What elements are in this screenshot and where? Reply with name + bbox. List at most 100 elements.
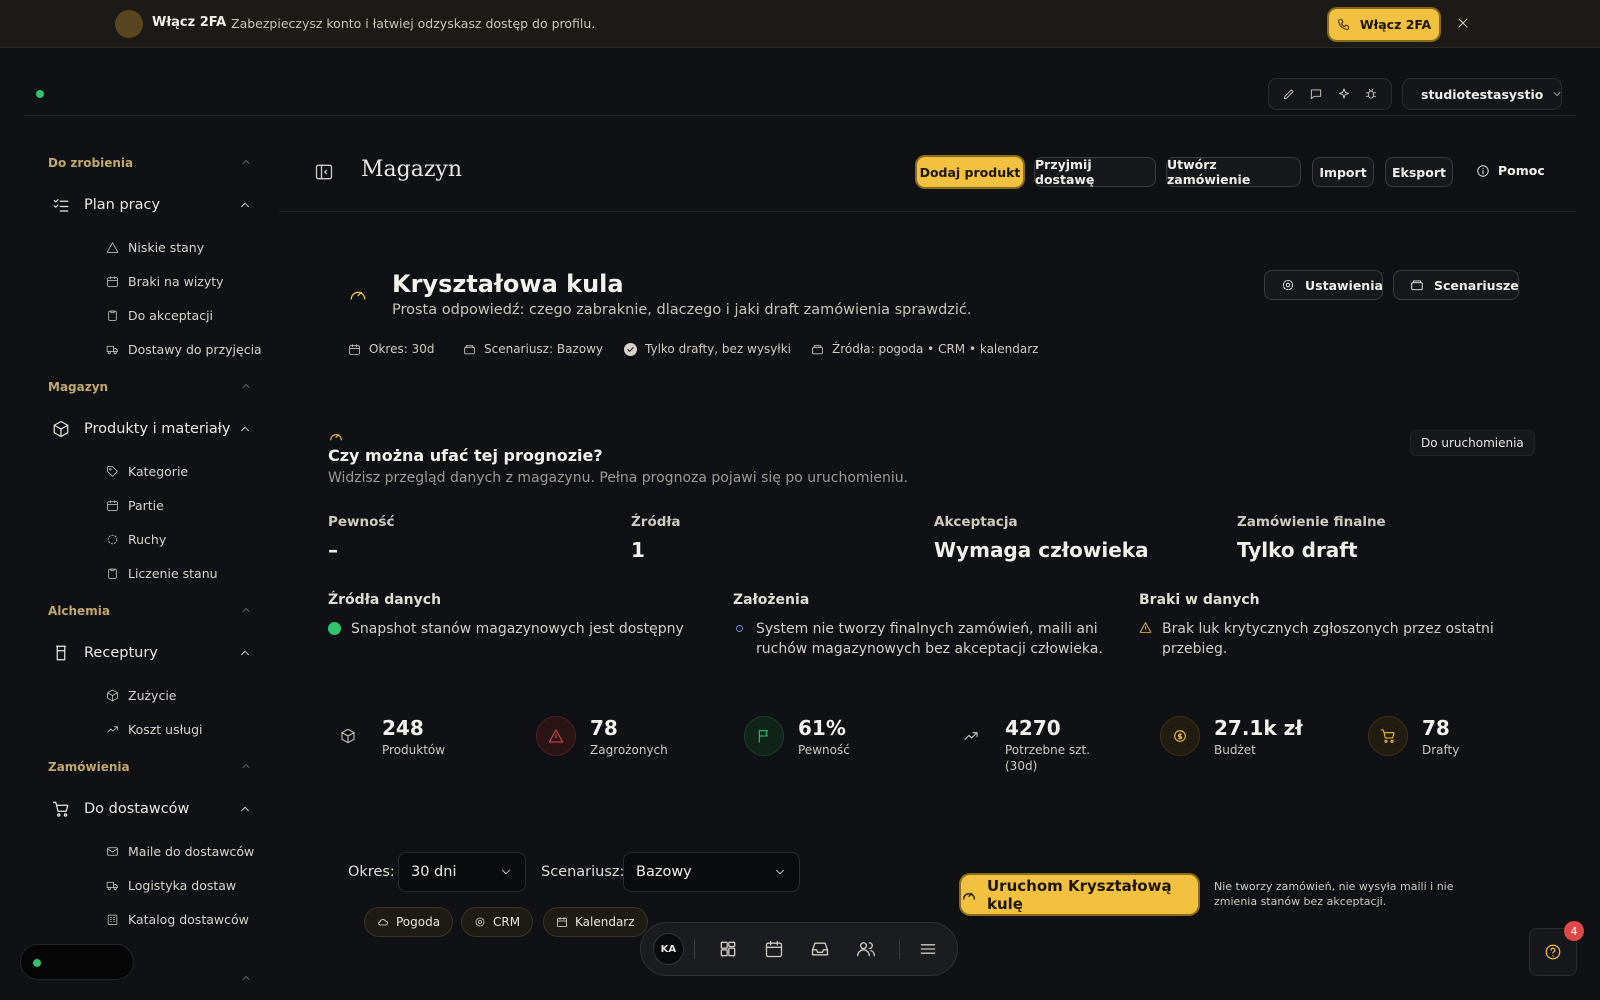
meta-drafts-only: Tylko drafty, bez wysyłki [624, 342, 791, 356]
export-button[interactable]: Eksport [1385, 157, 1453, 187]
data-sources-row: Snapshot stanów magazynowych jest dostęp… [328, 619, 708, 639]
scenarios-label: Scenariusze [1434, 277, 1519, 293]
period-label: Okres: [348, 864, 395, 880]
chevron-up-icon[interactable] [238, 802, 252, 816]
chevron-up-icon[interactable] [238, 198, 252, 212]
data-gaps-row: Brak luk krytycznych zgłoszonych przez o… [1139, 619, 1539, 659]
run-label: Uruchom Kryształową kulę [987, 876, 1172, 913]
kpi-value-confidence: – [328, 538, 338, 562]
sidebar-item-stocktake[interactable]: Liczenie stanu [106, 566, 218, 581]
data-sources-heading: Źródła danych [328, 592, 442, 608]
warning-icon [106, 241, 119, 254]
enable-2fa-button[interactable]: Włącz 2FA [1329, 9, 1439, 40]
sidebar-item-logistics[interactable]: Logistyka dostaw [106, 878, 236, 893]
sidebar-item-categories[interactable]: Kategorie [106, 464, 188, 479]
chip-weather[interactable]: Pogoda [364, 907, 454, 937]
sidebar-item-low-stock[interactable]: Niskie stany [106, 240, 204, 255]
add-product-button[interactable]: Dodaj produkt [917, 157, 1023, 187]
sidebar-toggle-icon[interactable] [314, 162, 334, 182]
settings-button[interactable]: Ustawienia [1264, 270, 1383, 300]
sidebar-item-usage[interactable]: Zużycie [106, 688, 176, 703]
status-pill[interactable] [20, 944, 134, 980]
cart-icon [52, 800, 70, 818]
sidebar-item-service-cost[interactable]: Koszt usługi [106, 722, 203, 737]
calendar-icon[interactable] [751, 939, 797, 959]
chevron-up-icon[interactable] [240, 380, 252, 392]
status-dot [33, 959, 41, 967]
close-icon[interactable] [1455, 15, 1473, 33]
clipboard-icon [106, 567, 119, 580]
stat-label: Potrzebne szt. (30d) [1005, 743, 1090, 773]
calendar-icon [348, 343, 361, 356]
receive-delivery-button[interactable]: Przyjmij dostawę [1034, 157, 1156, 187]
user-avatar[interactable]: KA [653, 933, 684, 965]
chevron-up-icon[interactable] [240, 972, 252, 984]
chevron-up-icon[interactable] [238, 646, 252, 660]
import-button[interactable]: Import [1312, 157, 1374, 187]
sidebar-item-deliveries[interactable]: Dostawy do przyjęcia [106, 342, 262, 357]
meta-label: Źródła: pogoda • CRM • kalendarz [832, 342, 1039, 356]
inbox-icon[interactable] [797, 939, 843, 959]
sidebar-item-batches[interactable]: Partie [106, 498, 164, 513]
forecast-title: Czy można ufać tej prognozie? [328, 446, 603, 465]
banner-text: Zabezpieczysz konto i łatwiej odzyskasz … [231, 16, 596, 31]
sidebar-group-suppliers[interactable]: Do dostawców [52, 800, 189, 818]
create-order-button[interactable]: Utwórz zamówienie [1166, 157, 1301, 187]
chip-calendar[interactable]: Kalendarz [543, 907, 648, 937]
period-select[interactable]: 30 dni [398, 852, 526, 892]
sidebar-item-supplier-mails[interactable]: Maile do dostawców [106, 844, 254, 859]
truck-icon [106, 879, 119, 892]
chevron-up-icon[interactable] [240, 604, 252, 616]
stat-drafts: 78 Drafty [1368, 716, 1459, 758]
help-widget[interactable]: 4 [1529, 921, 1584, 976]
sidebar-section-warehouse[interactable]: Magazyn [48, 380, 108, 394]
chevron-down-icon [1551, 88, 1563, 100]
bottom-dock: KA [640, 922, 958, 976]
users-icon[interactable] [843, 939, 889, 959]
scenario-select[interactable]: Bazowy [623, 852, 800, 892]
sidebar-section-orders[interactable]: Zamówienia [48, 760, 130, 774]
sidebar-item-label: Ruchy [128, 532, 167, 547]
sidebar-item-movements[interactable]: Ruchy [106, 532, 166, 547]
workspace-switcher[interactable]: studiotestasystio [1402, 78, 1562, 110]
run-crystal-ball-button[interactable]: Uruchom Kryształową kulę [961, 875, 1198, 914]
chat-icon[interactable] [1309, 87, 1323, 101]
enable-2fa-label: Włącz 2FA [1359, 17, 1432, 32]
scenarios-button[interactable]: Scenariusze [1393, 270, 1519, 300]
tag-icon [106, 465, 119, 478]
trend-up-icon [106, 723, 119, 736]
help-link[interactable]: Pomoc [1476, 163, 1545, 178]
sidebar-group-work-plan[interactable]: Plan pracy [52, 196, 160, 214]
meta-label: Scenariusz: Bazowy [484, 342, 603, 356]
bullet-icon [736, 625, 743, 632]
chip-crm[interactable]: CRM [461, 907, 534, 937]
pen-icon[interactable] [1282, 87, 1296, 101]
calendar-icon [106, 499, 119, 512]
online-indicator [36, 90, 44, 98]
period-value: 30 dni [411, 864, 457, 880]
checklist-icon [52, 196, 70, 214]
dashboard-icon[interactable] [705, 939, 751, 959]
check-circle-icon [328, 622, 341, 635]
sidebar-section-alchemy[interactable]: Alchemia [48, 604, 110, 618]
sparkles-icon[interactable] [1337, 87, 1351, 101]
sidebar-item-label: Braki na wizyty [128, 274, 224, 289]
chip-label: Pogoda [396, 915, 441, 929]
bug-icon[interactable] [1364, 87, 1378, 101]
sidebar-group-products[interactable]: Produkty i materiały [52, 420, 231, 438]
kpi-label-approval: Akceptacja [934, 514, 1018, 530]
chevron-up-icon[interactable] [240, 760, 252, 772]
warning-icon [1139, 621, 1152, 659]
sidebar-item-supplier-catalog[interactable]: Katalog dostawców [106, 912, 249, 927]
sidebar-group-recipes[interactable]: Receptury [52, 644, 158, 662]
sidebar-section-todo[interactable]: Do zrobienia [48, 156, 133, 170]
chevron-up-icon[interactable] [240, 156, 252, 168]
stat-label: Budżet [1214, 743, 1256, 757]
menu-icon[interactable] [910, 939, 945, 959]
chevron-up-icon[interactable] [238, 422, 252, 436]
sidebar-item-to-approve[interactable]: Do akceptacji [106, 308, 213, 323]
sidebar-item-visit-shortages[interactable]: Braki na wizyty [106, 274, 224, 289]
dock-divider [693, 939, 695, 959]
meta-label: Okres: 30d [369, 342, 435, 356]
sidebar-item-label: Partie [128, 498, 164, 513]
